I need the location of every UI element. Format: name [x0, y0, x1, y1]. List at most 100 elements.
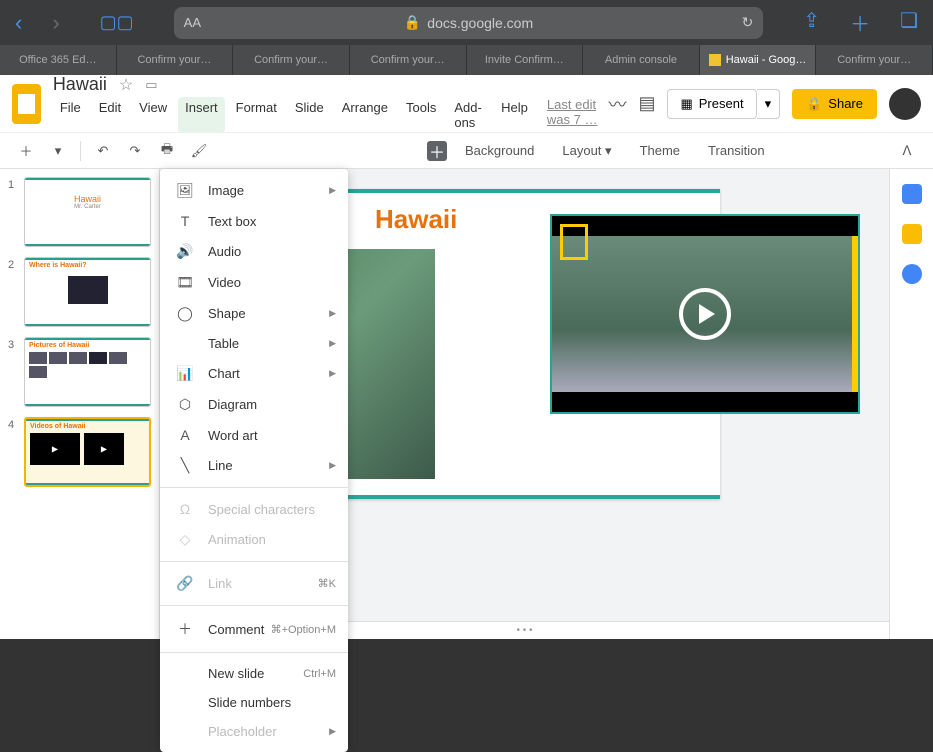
menu-shortcut: Ctrl+M — [303, 668, 336, 680]
shape-icon: ◯ — [176, 305, 194, 322]
reader-button[interactable]: AA — [184, 15, 201, 30]
menu-edit[interactable]: Edit — [92, 97, 128, 133]
thumb-number: 1 — [8, 177, 18, 247]
lock-icon: 🔒 — [404, 14, 421, 31]
menu-item-label: Audio — [208, 244, 241, 259]
redo-button[interactable]: ↷ — [121, 137, 149, 165]
background-button[interactable]: Background — [455, 139, 544, 162]
menu-insert[interactable]: Insert — [178, 97, 225, 133]
slide-thumbnail[interactable]: Pictures of Hawaii — [24, 337, 151, 407]
insert-menu-item-slide-numbers[interactable]: Slide numbers — [160, 688, 348, 717]
insert-menu-item-line[interactable]: ╲Line▶ — [160, 450, 348, 481]
browser-tab[interactable]: Office 365 Ed… — [0, 45, 117, 75]
reload-button[interactable]: ↻ — [742, 14, 754, 31]
present-button[interactable]: ▦ Present — [667, 89, 756, 119]
menu-item-label: Video — [208, 275, 241, 290]
document-title[interactable]: Hawaii — [53, 74, 107, 95]
menu-format[interactable]: Format — [229, 97, 284, 133]
submenu-arrow-icon: ▶ — [329, 338, 336, 349]
present-dropdown[interactable]: ▾ — [757, 89, 781, 119]
new-tab-icon[interactable]: ＋ — [850, 8, 870, 37]
slide-thumbnail[interactable]: Hawaii Mr. Carter — [24, 177, 151, 247]
browser-tab[interactable]: Confirm your… — [117, 45, 234, 75]
insert-menu-item-special-characters: ΩSpecial characters — [160, 494, 348, 524]
menu-item-label: Table — [208, 336, 239, 351]
menu-arrange[interactable]: Arrange — [335, 97, 395, 133]
menu-tools[interactable]: Tools — [399, 97, 443, 133]
transition-button[interactable]: Transition — [698, 139, 775, 162]
activity-icon[interactable]: 〰 — [608, 91, 626, 117]
insert-menu-dropdown: 🖼Image▶TText box🔊Audio🎞Video◯Shape▶Table… — [160, 169, 348, 752]
play-button[interactable] — [679, 288, 731, 340]
add-slide-canvas-button[interactable]: ＋ — [427, 141, 447, 161]
chart-icon: 📊 — [176, 365, 194, 382]
new-slide-tool[interactable]: ＋ — [12, 137, 40, 165]
menu-help[interactable]: Help — [494, 97, 535, 133]
video-icon: 🎞 — [176, 274, 194, 291]
menu-file[interactable]: File — [53, 97, 88, 133]
insert-menu-item-animation: ◇Animation — [160, 524, 348, 555]
diagram-icon: ⬡ — [176, 396, 194, 413]
insert-menu-item-table[interactable]: Table ▶ — [160, 329, 348, 358]
slides-logo[interactable] — [12, 84, 41, 124]
thumb-number: 2 — [8, 257, 18, 327]
browser-tab[interactable]: Confirm your… — [350, 45, 467, 75]
keep-addon-icon[interactable] — [902, 224, 922, 244]
print-button[interactable]: 🖶 — [153, 137, 181, 165]
theme-button[interactable]: Theme — [630, 139, 690, 162]
move-icon[interactable]: ▭ — [145, 77, 157, 93]
share-icon[interactable]: ⇪ — [803, 8, 820, 37]
slide-thumbnail-selected[interactable]: Videos of Hawaii — [24, 417, 151, 487]
browser-tab[interactable]: Confirm your… — [816, 45, 933, 75]
safari-toolbar: ‹ › ▢▢ AA 🔒 docs.google.com ↻ ⇪ ＋ ❏ — [0, 0, 933, 45]
last-edit-link[interactable]: Last edit was 7 … — [547, 97, 609, 133]
address-bar[interactable]: AA 🔒 docs.google.com ↻ — [174, 7, 764, 39]
menu-item-label: New slide — [208, 666, 264, 681]
back-button[interactable]: ‹ — [15, 10, 22, 36]
submenu-arrow-icon: ▶ — [329, 185, 336, 196]
insert-menu-item-diagram[interactable]: ⬡Diagram — [160, 389, 348, 420]
thumb-number: 3 — [8, 337, 18, 407]
insert-menu-item-word-art[interactable]: AWord art — [160, 420, 348, 450]
star-icon[interactable]: ☆ — [119, 75, 133, 95]
insert-menu-item-audio[interactable]: 🔊Audio — [160, 236, 348, 267]
submenu-arrow-icon: ▶ — [329, 726, 336, 737]
menu-item-label: Line — [208, 458, 233, 473]
forward-button[interactable]: › — [52, 10, 59, 36]
tabs-overview-icon[interactable]: ❏ — [900, 8, 918, 37]
menu-addons[interactable]: Add-ons — [447, 97, 490, 133]
insert-menu-item-video[interactable]: 🎞 Video — [160, 267, 348, 298]
submenu-arrow-icon: ▶ — [329, 308, 336, 319]
menu-shortcut: ⌘+Option+M — [271, 623, 336, 636]
undo-button[interactable]: ↶ — [89, 137, 117, 165]
menu-slide[interactable]: Slide — [288, 97, 331, 133]
layout-button[interactable]: Layout ▾ — [552, 139, 621, 163]
thumb-number: 4 — [8, 417, 18, 487]
account-avatar[interactable] — [889, 88, 921, 120]
browser-tab[interactable]: Confirm your… — [233, 45, 350, 75]
insert-menu-item-comment[interactable]: ＋Comment⌘+Option+M — [160, 612, 348, 646]
calendar-addon-icon[interactable] — [902, 184, 922, 204]
insert-menu-item-text-box[interactable]: TText box — [160, 206, 348, 236]
collapse-toolbar-button[interactable]: ᐱ — [893, 137, 921, 165]
menu-item-label: Special characters — [208, 502, 315, 517]
menu-view[interactable]: View — [132, 97, 174, 133]
insert-menu-item-shape[interactable]: ◯ Shape ▶ — [160, 298, 348, 329]
slide-thumbnail[interactable]: Where is Hawaii? — [24, 257, 151, 327]
paint-format-button[interactable]: 🖌 — [185, 137, 213, 165]
insert-menu-item-new-slide[interactable]: New slide Ctrl+M — [160, 659, 348, 688]
browser-tab-active[interactable]: Hawaii - Goog… — [700, 45, 817, 75]
share-button[interactable]: 🔒 Share — [792, 89, 877, 119]
new-slide-chevron[interactable]: ▾ — [44, 137, 72, 165]
browser-tab[interactable]: Invite Confirm… — [467, 45, 584, 75]
menu-item-label: Shape — [208, 306, 246, 321]
bookmarks-icon[interactable]: ▢▢ — [100, 12, 134, 33]
insert-menu-item-chart[interactable]: 📊Chart▶ — [160, 358, 348, 389]
comments-icon[interactable]: ▤ — [638, 93, 655, 114]
tasks-addon-icon[interactable] — [902, 264, 922, 284]
slide-video[interactable] — [550, 214, 860, 414]
browser-tab[interactable]: Admin console — [583, 45, 700, 75]
insert-menu-item-image[interactable]: 🖼Image▶ — [160, 175, 348, 206]
menu-item-label: Text box — [208, 214, 256, 229]
image-icon: 🖼 — [176, 182, 194, 199]
